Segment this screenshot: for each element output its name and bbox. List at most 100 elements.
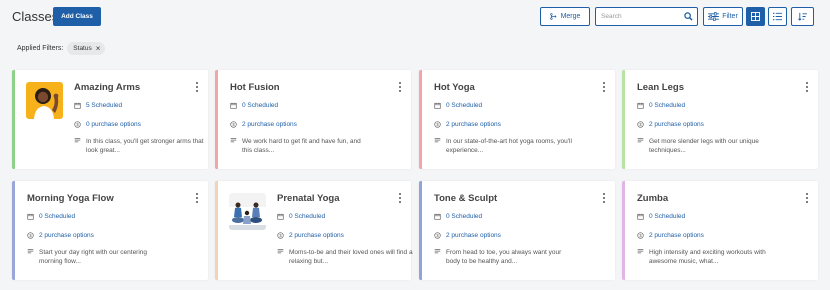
merge-button[interactable]: Merge [540, 7, 590, 26]
svg-text:$: $ [279, 233, 282, 238]
price-tag-icon: $ [230, 121, 237, 128]
class-description: Get more slender legs with our unique te… [649, 138, 759, 154]
scheduled-link[interactable]: 0 Scheduled [649, 213, 685, 220]
calendar-icon [434, 102, 441, 109]
class-description: We work hard to get fit and have fun, an… [242, 138, 361, 154]
more-options-icon[interactable] [194, 193, 200, 203]
filter-label: Filter [722, 13, 738, 20]
purchase-options-link[interactable]: 2 purchase options [39, 232, 94, 239]
sort-icon [798, 12, 807, 21]
search-icon[interactable] [684, 12, 693, 21]
merge-icon [549, 13, 557, 20]
more-options-icon[interactable] [601, 82, 607, 92]
class-name[interactable]: Lean Legs [637, 82, 684, 93]
purchase-row: $2 purchase options [637, 121, 704, 128]
more-options-icon[interactable] [397, 82, 403, 92]
description-row: We work hard to get fit and have fun, an… [230, 137, 370, 155]
svg-text:$: $ [76, 122, 79, 127]
applied-filters: Applied Filters: Status × [17, 42, 106, 55]
purchase-options-link[interactable]: 2 purchase options [649, 232, 704, 239]
scheduled-row: 0 Scheduled [277, 213, 325, 220]
purchase-options-link[interactable]: 0 purchase options [86, 121, 141, 128]
scheduled-link[interactable]: 0 Scheduled [39, 213, 75, 220]
search-box [595, 7, 698, 26]
description-icon [277, 249, 284, 254]
description-row: High intensity and exciting workouts wit… [637, 248, 777, 266]
calendar-icon [434, 213, 441, 220]
class-description: Start your day right with our centering … [39, 249, 148, 265]
description-icon [434, 138, 441, 143]
svg-text:$: $ [639, 233, 642, 238]
filter-button[interactable]: Filter [703, 7, 743, 26]
class-name[interactable]: Tone & Sculpt [434, 193, 497, 204]
description-icon [74, 138, 81, 143]
scheduled-link[interactable]: 0 Scheduled [446, 213, 482, 220]
class-description: In our state-of-the-art hot yoga rooms, … [446, 138, 572, 154]
class-card[interactable]: Tone & Sculpt 0 Scheduled $2 purchase opti… [419, 181, 615, 280]
description-icon [27, 249, 34, 254]
purchase-options-link[interactable]: 2 purchase options [289, 232, 344, 239]
list-view-button[interactable] [768, 7, 787, 26]
description-row: In our state-of-the-art hot yoga rooms, … [434, 137, 574, 155]
class-name[interactable]: Hot Yoga [434, 82, 475, 93]
price-tag-icon: $ [434, 121, 441, 128]
purchase-options-link[interactable]: 2 purchase options [242, 121, 297, 128]
search-input[interactable] [601, 9, 687, 24]
class-card[interactable]: Hot Fusion 0 Scheduled $2 purchase options… [215, 70, 411, 169]
close-icon[interactable]: × [96, 44, 101, 53]
more-options-icon[interactable] [397, 193, 403, 203]
scheduled-link[interactable]: 0 Scheduled [289, 213, 325, 220]
description-row: Moms-to-be and their loved ones will fin… [277, 248, 417, 266]
class-name[interactable]: Amazing Arms [74, 82, 140, 93]
purchase-options-link[interactable]: 2 purchase options [649, 121, 704, 128]
class-card[interactable]: Amazing Arms 5 Scheduled $0 purchase optio… [12, 70, 208, 169]
grid-view-button[interactable] [746, 7, 765, 26]
price-tag-icon: $ [27, 232, 34, 239]
scheduled-link[interactable]: 0 Scheduled [446, 102, 482, 109]
price-tag-icon: $ [74, 121, 81, 128]
scheduled-row: 0 Scheduled [27, 213, 75, 220]
class-description: In this class, you'll get stronger arms … [86, 138, 204, 154]
description-row: From head to toe, you always want your b… [434, 248, 574, 266]
class-name[interactable]: Morning Yoga Flow [27, 193, 114, 204]
add-class-button[interactable]: Add Class [53, 7, 101, 26]
list-icon [773, 12, 782, 21]
class-image [229, 193, 266, 230]
scheduled-row: 0 Scheduled [230, 102, 278, 109]
scheduled-link[interactable]: 0 Scheduled [649, 102, 685, 109]
description-row: Start your day right with our centering … [27, 248, 167, 266]
purchase-row: $0 purchase options [74, 121, 141, 128]
class-image [26, 82, 63, 119]
purchase-row: $2 purchase options [277, 232, 344, 239]
class-name[interactable]: Hot Fusion [230, 82, 280, 93]
svg-text:$: $ [436, 233, 439, 238]
class-card[interactable]: Lean Legs 0 Scheduled $2 purchase options G… [622, 70, 818, 169]
more-options-icon[interactable] [804, 193, 810, 203]
calendar-icon [637, 102, 644, 109]
toolbar: Classes Add Class Merge Filter [0, 0, 830, 36]
class-card[interactable]: Hot Yoga 0 Scheduled $2 purchase options In… [419, 70, 615, 169]
description-icon [637, 138, 644, 143]
grid-icon [751, 12, 760, 21]
purchase-row: $2 purchase options [434, 121, 501, 128]
calendar-icon [277, 213, 284, 220]
scheduled-link[interactable]: 0 Scheduled [242, 102, 278, 109]
class-name[interactable]: Prenatal Yoga [277, 193, 339, 204]
more-options-icon[interactable] [194, 82, 200, 92]
class-description: Moms-to-be and their loved ones will fin… [289, 249, 413, 265]
class-card[interactable]: Morning Yoga Flow 0 Scheduled $2 purchase … [12, 181, 208, 280]
svg-text:$: $ [436, 122, 439, 127]
scheduled-link[interactable]: 5 Scheduled [86, 102, 122, 109]
description-icon [637, 249, 644, 254]
purchase-options-link[interactable]: 2 purchase options [446, 121, 501, 128]
description-row: In this class, you'll get stronger arms … [74, 137, 214, 155]
sort-button[interactable] [791, 7, 814, 26]
purchase-options-link[interactable]: 2 purchase options [446, 232, 501, 239]
more-options-icon[interactable] [601, 193, 607, 203]
class-name[interactable]: Zumba [637, 193, 668, 204]
filter-chip-status[interactable]: Status × [67, 42, 106, 55]
calendar-icon [27, 213, 34, 220]
class-card[interactable]: Zumba 0 Scheduled $2 purchase options High … [622, 181, 818, 280]
more-options-icon[interactable] [804, 82, 810, 92]
class-card[interactable]: Prenatal Yoga 0 Scheduled $2 purchase opti… [215, 181, 413, 280]
